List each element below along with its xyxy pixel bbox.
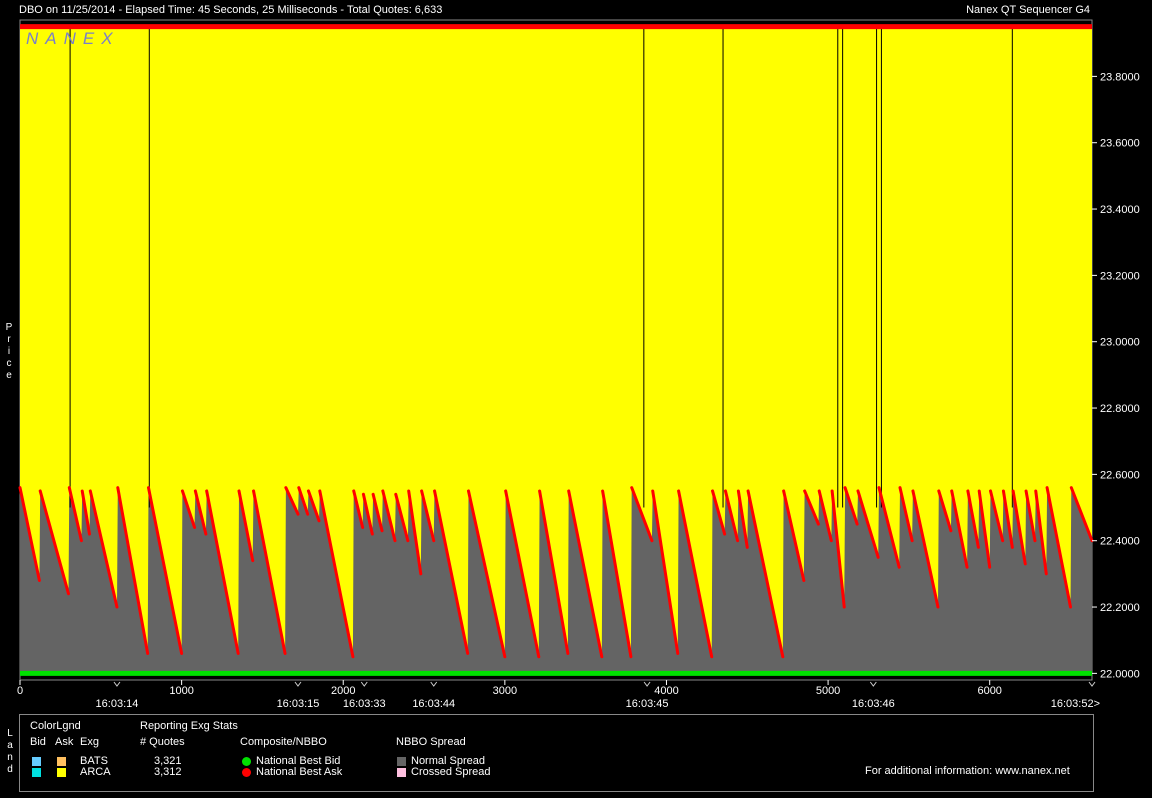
arca-bid-swatch — [32, 768, 41, 777]
time-tick — [430, 681, 438, 687]
normal-spread-swatch — [397, 757, 406, 766]
composite-title: Composite/NBBO — [240, 736, 327, 748]
exchange-name: ARCA — [80, 766, 111, 778]
x-tick-label: 6000 — [977, 685, 1001, 697]
ask-column-header: Ask — [55, 736, 74, 748]
y-tick-label: 23.4000 — [1100, 204, 1140, 216]
legend-panel: ColorLgnd Bid Ask Exg Reporting Exg Stat… — [19, 714, 1094, 792]
nanex-watermark: NANEX — [26, 29, 120, 48]
y-tick-label: 23.6000 — [1100, 138, 1140, 150]
color-legend-title: ColorLgnd — [30, 720, 81, 732]
x-tick-label: 0 — [17, 685, 23, 697]
time-label: 16:03:15 — [277, 698, 320, 710]
y-tick-label: 23.0000 — [1100, 337, 1140, 349]
x-tick-label: 3000 — [493, 685, 517, 697]
crossed-spread-swatch — [397, 768, 406, 777]
exchange-quotes: 3,312 — [154, 766, 182, 778]
bats-ask-swatch — [57, 757, 66, 766]
time-tick — [643, 681, 651, 687]
time-tick — [113, 681, 121, 687]
crossed-spread-label: Crossed Spread — [411, 766, 491, 778]
time-label: 16:03:52> — [1051, 698, 1100, 710]
y-tick-label: 22.0000 — [1100, 668, 1140, 680]
y-tick-label: 22.2000 — [1100, 602, 1140, 614]
y-axis: 22.0000 22.2000 22.4000 22.6000 22.8000 23.00… — [1092, 71, 1140, 680]
time-tick — [869, 681, 877, 687]
footer-link[interactable]: For additional information: www.nanex.ne… — [865, 765, 1070, 777]
y-tick-label: 22.6000 — [1100, 469, 1140, 481]
x-axis: 0 1000 2000 3000 4000 5000 6000 16:03:14 16:03:1… — [17, 680, 1100, 710]
time-tick — [294, 681, 302, 687]
time-label: 16:03:44 — [412, 698, 455, 710]
y-axis-label: Price — [5, 322, 13, 381]
y-tick-label: 22.8000 — [1100, 403, 1140, 415]
y-tick-label: 23.8000 — [1100, 71, 1140, 83]
best-ask-marker — [242, 768, 251, 777]
x-tick-label: 1000 — [169, 685, 193, 697]
bats-bid-swatch — [32, 757, 41, 766]
arca-ask-swatch — [57, 768, 66, 777]
x-tick-label: 5000 — [816, 685, 840, 697]
x-tick-label: 4000 — [654, 685, 678, 697]
time-tick — [360, 681, 368, 687]
y-tick-label: 23.2000 — [1100, 270, 1140, 282]
price-chart: NANEX 22.0000 22.2000 22.4000 22.6000 22.800… — [17, 19, 1140, 710]
spread-title: NBBO Spread — [396, 736, 466, 748]
time-tick — [1088, 681, 1096, 687]
time-label: 16:03:14 — [96, 698, 139, 710]
time-label: 16:03:45 — [626, 698, 669, 710]
best-bid-marker — [242, 757, 251, 766]
quotes-column-header: # Quotes — [140, 736, 185, 748]
exchange-column-header: Exg — [80, 736, 99, 748]
time-label: 16:03:33 — [343, 698, 386, 710]
best-ask-label: National Best Ask — [256, 766, 343, 778]
x-tick-label: 2000 — [331, 685, 355, 697]
bid-column-header: Bid — [30, 736, 46, 748]
y-tick-label: 22.4000 — [1100, 536, 1140, 548]
stats-title: Reporting Exg Stats — [140, 720, 238, 732]
time-label: 16:03:46 — [852, 698, 895, 710]
legend-side-label: Land — [7, 728, 13, 775]
